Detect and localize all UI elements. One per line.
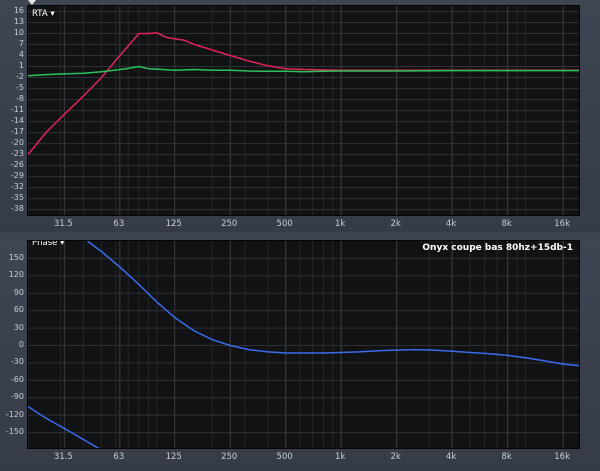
rta-y-tick-label: -11 xyxy=(10,105,24,115)
phase-x-tick-label: 1k xyxy=(335,452,346,462)
phase-x-tick-label: 8k xyxy=(501,452,512,462)
rta-y-tick-label: -5 xyxy=(16,83,24,93)
phase-series-0 xyxy=(86,241,579,367)
rta-y-tick-label: 16 xyxy=(13,6,24,15)
phase-y-tick-label: 90 xyxy=(13,287,24,297)
phase-x-tick-label: 16k xyxy=(554,452,570,462)
rta-panel: RTA ▾ 16 13 10 7 4 1 -2 -5 -8 -11 -14 -17 -20 -23 -26-… xyxy=(0,0,600,232)
rta-y-tick-label: -29 xyxy=(10,171,24,181)
rta-y-tick-label: -23 xyxy=(10,149,24,159)
phase-y-tick-label: 120 xyxy=(8,270,24,280)
rta-y-tick-label: -17 xyxy=(10,127,24,137)
phase-graph xyxy=(28,241,579,448)
phase-y-tick-label: 150 xyxy=(8,252,24,262)
phase-x-tick-label: 250 xyxy=(221,452,238,462)
phase-menu-button[interactable]: Phase ▾ xyxy=(32,241,64,248)
rta-x-tick-label: 4k xyxy=(445,219,457,229)
phase-y-tick-label: -90 xyxy=(10,392,24,402)
phase-y-tick-label: -150 xyxy=(5,427,24,437)
rta-x-tick-label: 16k xyxy=(554,219,570,229)
rta-y-tick-label: -32 xyxy=(10,182,24,192)
rta-y-tick-label: 10 xyxy=(13,28,24,38)
phase-y-tick-label: -30 xyxy=(10,357,24,367)
rta-x-tick-label: 63 xyxy=(113,219,125,229)
phase-y-tick-label: 0 xyxy=(18,340,24,349)
phase-x-tick-label: 4k xyxy=(445,452,457,462)
rta-y-tick-label: 7 xyxy=(18,39,24,49)
phase-y-tick-label: -60 xyxy=(10,374,24,384)
app-window: RTA ▾ 16 13 10 7 4 1 -2 -5 -8 -11 -14 -17 -20 -23 -26-… xyxy=(0,0,600,471)
rta-y-tick-label: -38 xyxy=(10,204,24,214)
rta-x-tick-label: 125 xyxy=(165,219,182,229)
phase-x-tick-label: 63 xyxy=(113,452,125,462)
trace-name-label: Onyx coupe bas 80hz+15db-1 xyxy=(422,243,573,253)
phase-x-tick-label: 2k xyxy=(390,452,401,462)
rta-x-tick-label: 250 xyxy=(221,219,238,229)
rta-y-tick-label: 13 xyxy=(13,17,24,26)
phase-x-tick-label: 31.5 xyxy=(53,452,73,462)
phase-y-tick-label: 30 xyxy=(13,322,24,332)
rta-y-tick-label: -2 xyxy=(16,72,24,82)
rta-graph xyxy=(28,6,579,215)
phase-x-tick-label: 500 xyxy=(276,452,293,462)
phase-y-tick-label: 60 xyxy=(13,305,24,315)
phase-plot-area[interactable]: Phase ▾ Onyx coupe bas 80hz+15db-1 xyxy=(27,240,580,449)
phase-x-tick-label: 125 xyxy=(165,452,182,462)
rta-x-tick-label: 1k xyxy=(335,219,346,229)
phase-y-tick-label: -120 xyxy=(5,409,24,419)
rta-y-tick-label: 1 xyxy=(18,61,24,71)
rta-x-tick-label: 500 xyxy=(276,219,293,229)
rta-x-tick-label: 2k xyxy=(390,219,401,229)
rta-x-tick-label: 8k xyxy=(501,219,512,229)
rta-y-tick-label: -20 xyxy=(10,138,24,148)
rta-y-tick-label: 4 xyxy=(18,50,24,60)
rta-y-tick-label: -14 xyxy=(10,116,24,126)
rta-x-tick-label: 31.5 xyxy=(53,219,73,229)
rta-y-tick-label: -8 xyxy=(16,94,24,104)
rta-y-tick-label: -26 xyxy=(10,160,24,170)
rta-menu-button[interactable]: RTA ▾ xyxy=(32,9,55,19)
rta-plot-area[interactable]: RTA ▾ xyxy=(27,5,580,216)
rta-y-tick-label: -35 xyxy=(10,193,24,203)
